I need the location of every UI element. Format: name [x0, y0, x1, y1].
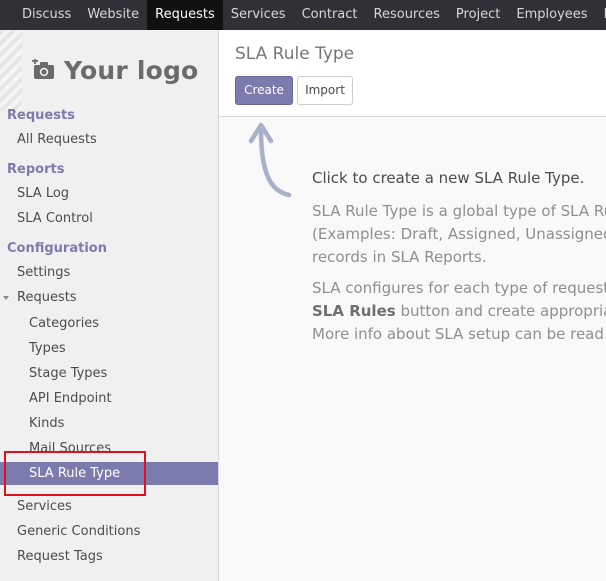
- helper-line-2: (Examples: Draft, Assigned, Unassigned,: [312, 225, 606, 243]
- menu-types[interactable]: Types: [29, 341, 66, 356]
- menu-services[interactable]: Services: [17, 499, 72, 514]
- section-configuration: Configuration: [7, 241, 107, 256]
- helper-line-5: SLA Rules button and create appropriate: [312, 302, 606, 320]
- company-logo[interactable]: Your logo: [32, 54, 198, 86]
- nav-resources[interactable]: Resources: [366, 0, 448, 30]
- helper-line-1: SLA Rule Type is a global type of SLA Ru: [312, 202, 606, 220]
- helper-line-4: SLA configures for each type of request.: [312, 279, 606, 297]
- nav-contract[interactable]: Contract: [294, 0, 366, 30]
- section-requests: Requests: [7, 108, 75, 123]
- menu-all-requests[interactable]: All Requests: [17, 132, 97, 147]
- menu-request-tags[interactable]: Request Tags: [17, 549, 103, 564]
- nav-requests[interactable]: Requests: [147, 0, 223, 30]
- curved-arrow-up-icon: [248, 122, 292, 198]
- camera-plus-icon: [32, 59, 54, 79]
- nav-discuss[interactable]: Discuss: [14, 0, 79, 30]
- caret-down-icon[interactable]: [3, 296, 9, 300]
- empty-state-helper: Click to create a new SLA Rule Type. SLA…: [219, 117, 606, 581]
- helper-line-3: records in SLA Reports.: [312, 248, 487, 266]
- helper-line-5-rest: button and create appropriate: [395, 302, 606, 320]
- menu-stage-types[interactable]: Stage Types: [29, 366, 107, 381]
- section-reports: Reports: [7, 162, 65, 177]
- sla-rules-bold-text: SLA Rules: [312, 302, 396, 320]
- menu-settings[interactable]: Settings: [17, 265, 70, 280]
- logo-text: Your logo: [64, 55, 199, 85]
- control-panel: SLA Rule Type Create Import: [219, 30, 606, 117]
- nav-website[interactable]: Website: [79, 0, 147, 30]
- create-button[interactable]: Create: [235, 76, 293, 105]
- logo-decoration: [0, 30, 22, 110]
- nav-employees[interactable]: Employees: [508, 0, 595, 30]
- menu-sla-control[interactable]: SLA Control: [17, 211, 93, 226]
- nav-project[interactable]: Project: [448, 0, 508, 30]
- helper-line-6: More info about SLA setup can be read in: [312, 325, 606, 343]
- menu-categories[interactable]: Categories: [29, 316, 99, 331]
- nav-rules[interactable]: Rules: [596, 0, 606, 30]
- menu-generic-conditions[interactable]: Generic Conditions: [17, 524, 140, 539]
- helper-title: Click to create a new SLA Rule Type.: [312, 169, 585, 187]
- menu-api-endpoint[interactable]: API Endpoint: [29, 391, 112, 406]
- annotation-highlight-box: [4, 451, 146, 496]
- top-navigation-bar: Discuss Website Requests Services Contra…: [0, 0, 606, 30]
- page-title: SLA Rule Type: [235, 44, 355, 64]
- menu-requests-group[interactable]: Requests: [17, 290, 77, 305]
- menu-sla-log[interactable]: SLA Log: [17, 186, 69, 201]
- sidebar: Your logo Requests All Requests Reports …: [0, 30, 219, 581]
- nav-services[interactable]: Services: [223, 0, 294, 30]
- import-button[interactable]: Import: [297, 76, 353, 105]
- menu-kinds[interactable]: Kinds: [29, 416, 64, 431]
